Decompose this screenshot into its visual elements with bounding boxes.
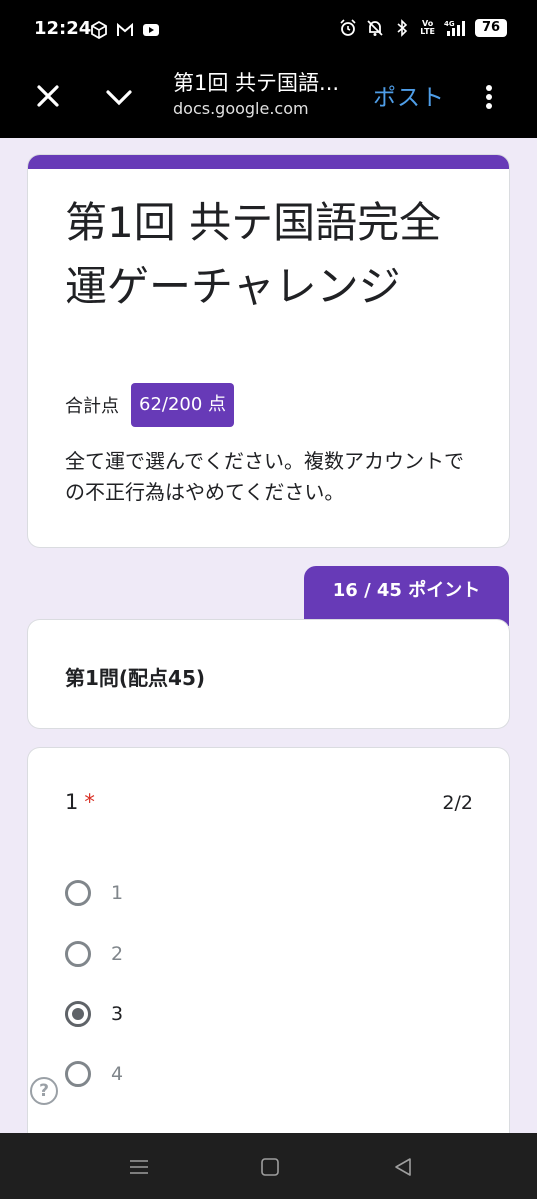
section-title: 第1問(配点45) [65, 666, 206, 690]
option-label: 1 [111, 882, 124, 904]
gmail-icon [117, 22, 133, 36]
form-header-card: 第1回 共テ国語完全運ゲーチャレンジ 合計点 62/200 点 全て運で選んでく… [28, 155, 509, 547]
volte-indicator: Vo LTE [420, 19, 435, 36]
question-title: 1 * [65, 790, 95, 814]
signal-icon: 4G [444, 20, 465, 36]
page-title: 第1回 共テ国語... [173, 71, 340, 95]
more-vert-icon[interactable] [478, 82, 500, 112]
score-label: 合計点 [65, 396, 119, 417]
home-icon[interactable] [260, 1157, 280, 1177]
question-card: 1 * 2/2 1 2 3 4 [28, 748, 509, 1168]
page-url: docs.google.com [173, 99, 309, 118]
svg-text:4G: 4G [444, 20, 455, 28]
form-description: 全て運で選んでください。複数アカウントでの不正行為はやめてください。 [65, 449, 464, 504]
option-label: 2 [111, 943, 124, 965]
close-icon[interactable] [34, 82, 62, 110]
battery-level: 76 [475, 19, 507, 37]
post-button[interactable]: ポスト [373, 78, 445, 112]
total-score: 合計点 62/200 点 [65, 383, 235, 427]
mute-bell-icon [367, 20, 383, 36]
accent-bar [28, 155, 509, 169]
question-score: 2/2 [442, 792, 473, 814]
bluetooth-icon [397, 19, 408, 37]
status-bar: 12:24 Vo LTE 4G 76 [0, 0, 537, 62]
chevron-down-icon[interactable] [104, 84, 134, 110]
option-label: 3 [111, 1003, 124, 1025]
section-points-badge: 16 / 45 ポイント [304, 566, 509, 626]
section-card: 第1問(配点45) [28, 620, 509, 728]
option-label: 4 [111, 1063, 124, 1085]
back-icon[interactable] [393, 1157, 413, 1177]
alarm-icon [340, 19, 356, 36]
radio-button[interactable] [65, 880, 91, 906]
score-badge: 62/200 点 [131, 383, 235, 427]
radio-button[interactable] [65, 941, 91, 967]
option-2[interactable]: 2 [65, 941, 123, 967]
option-1[interactable]: 1 [65, 880, 123, 906]
required-mark: * [84, 790, 95, 814]
status-time: 12:24 [34, 18, 92, 39]
radio-button[interactable] [65, 1061, 91, 1087]
app-bar: 第1回 共テ国語... docs.google.com ポスト [0, 62, 537, 138]
radio-button-selected[interactable] [65, 1001, 91, 1027]
cube-icon [91, 21, 107, 39]
option-4[interactable]: 4 [65, 1061, 123, 1087]
page-title-area[interactable]: 第1回 共テ国語... docs.google.com [173, 68, 363, 120]
menu-icon[interactable] [129, 1157, 149, 1177]
youtube-icon [143, 24, 159, 36]
form-title: 第1回 共テ国語完全運ゲーチャレンジ [65, 198, 442, 311]
help-icon[interactable]: ? [30, 1077, 58, 1105]
option-3[interactable]: 3 [65, 1001, 123, 1027]
system-nav-bar [0, 1133, 537, 1199]
